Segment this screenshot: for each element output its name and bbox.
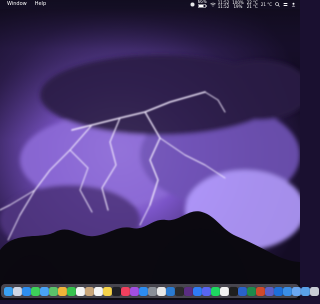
music-icon[interactable]: [121, 286, 130, 296]
spotify-icon[interactable]: [211, 286, 220, 296]
user-icon[interactable]: [291, 2, 296, 7]
downloads-icon[interactable]: [301, 286, 310, 296]
battery-status[interactable]: 66%: [197, 0, 207, 9]
menu-bar: Window Help 66% 11:52 11:52 100% 19% 22 …: [0, 0, 300, 9]
notes-icon[interactable]: [103, 286, 112, 296]
dock: [1, 284, 319, 298]
outlook-icon[interactable]: [274, 286, 283, 296]
facetime-icon[interactable]: [67, 286, 76, 296]
menu-window[interactable]: Window: [7, 0, 27, 9]
terminal-icon[interactable]: [175, 286, 184, 296]
small-lines-3: 21 °C: [260, 1, 272, 7]
notion-icon[interactable]: [220, 286, 229, 296]
menu-help[interactable]: Help: [35, 0, 46, 9]
safari-icon[interactable]: [22, 286, 31, 296]
podcasts-icon[interactable]: [130, 286, 139, 296]
zoom-icon[interactable]: [193, 286, 202, 296]
settings-icon[interactable]: [148, 286, 157, 296]
maps-icon[interactable]: [49, 286, 58, 296]
excel-icon[interactable]: [247, 286, 256, 296]
control-center-icon[interactable]: [283, 2, 288, 7]
preview-icon[interactable]: [292, 286, 301, 296]
mail-icon[interactable]: [40, 286, 49, 296]
time-label-bottom: 11:52: [217, 3, 230, 9]
discord-icon[interactable]: [202, 286, 211, 296]
menu-bar-left: Window Help: [0, 0, 46, 9]
battery-icon: [197, 4, 207, 9]
figma-icon[interactable]: [229, 286, 238, 296]
wifi-icon[interactable]: [210, 2, 216, 7]
slack-icon[interactable]: [184, 286, 193, 296]
reminders-icon[interactable]: [94, 286, 103, 296]
desktop-wallpaper: [0, 0, 310, 300]
time-stack: 11:52 11:52: [217, 0, 230, 9]
messages-icon[interactable]: [31, 286, 40, 296]
small-line-1: 19%: [233, 3, 243, 9]
vscode-icon[interactable]: [166, 286, 175, 296]
teams-icon[interactable]: [265, 286, 274, 296]
small-line-4: 21 °C: [260, 1, 272, 7]
word-icon[interactable]: [238, 286, 247, 296]
menu-bar-status: 66% 11:52 11:52 100% 19% 22 °C 21 °C 21 …: [190, 0, 300, 9]
launchpad-icon[interactable]: [13, 286, 22, 296]
small-lines-1: 100% 19%: [232, 0, 243, 9]
calendar-icon[interactable]: [76, 286, 85, 296]
app-store-icon[interactable]: [139, 286, 148, 296]
trash-icon[interactable]: [310, 286, 319, 296]
search-icon[interactable]: [275, 2, 280, 7]
contacts-icon[interactable]: [85, 286, 94, 296]
lightning-storm-wallpaper: [0, 0, 310, 300]
onedrive-icon[interactable]: [283, 286, 292, 296]
tv-icon[interactable]: [112, 286, 121, 296]
photos-icon[interactable]: [58, 286, 67, 296]
apple-logo-icon[interactable]: [190, 2, 195, 7]
small-line-3: 21 °C: [246, 3, 258, 9]
powerpoint-icon[interactable]: [256, 286, 265, 296]
small-lines-2: 22 °C 21 °C: [246, 0, 258, 9]
finder-icon[interactable]: [4, 286, 13, 296]
chrome-icon[interactable]: [157, 286, 166, 296]
